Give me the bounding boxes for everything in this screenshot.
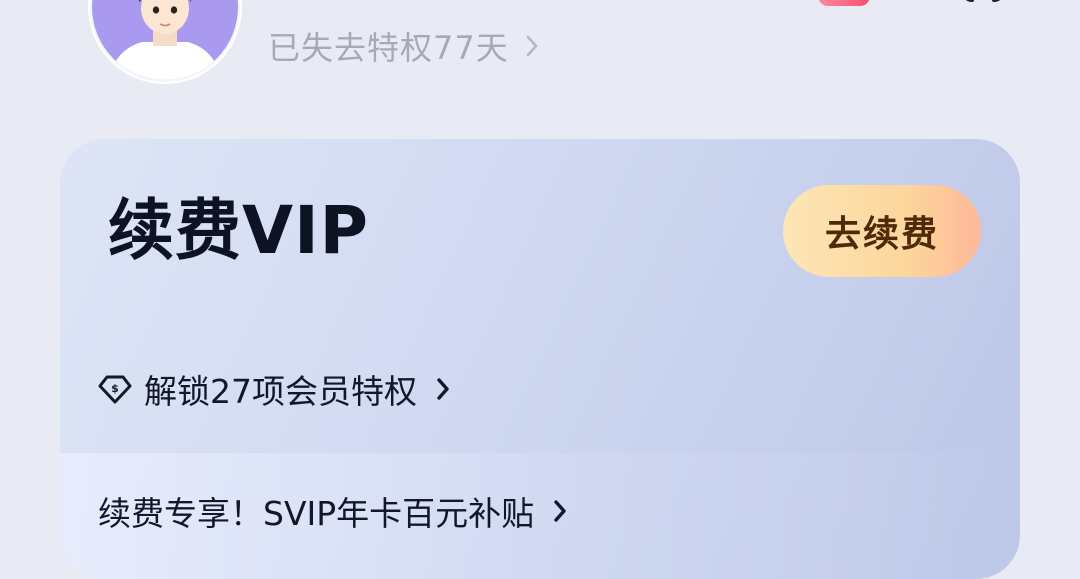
promo-strip[interactable]: 续费专享！SVIP年卡百元补贴 (60, 453, 1020, 579)
diamond-dollar-icon: $ (96, 370, 134, 408)
privileges-text: 解锁27项会员特权 (144, 372, 417, 411)
vip-renewal-card[interactable]: 续费VIP 去续费 $ 解锁27项会员特权 续费专享！SVIP年卡百元补贴 (60, 139, 1020, 579)
cropped-badge-icon[interactable] (818, 0, 870, 6)
chevron-right-icon (525, 34, 539, 58)
cropped-headset-icon[interactable] (960, 0, 1006, 6)
renew-button[interactable]: 去续费 (783, 185, 981, 277)
vip-card-title: 续费VIP (108, 192, 370, 269)
promo-link[interactable]: 续费专享！SVIP年卡百元补贴 (98, 483, 568, 539)
chevron-right-icon (552, 498, 568, 524)
vip-status-text: 已失去特权77天 (268, 29, 509, 67)
svg-text:$: $ (111, 382, 119, 395)
vip-status-link[interactable]: 已失去特权77天 (268, 24, 539, 68)
privileges-link[interactable]: $ 解锁27项会员特权 (96, 361, 451, 417)
avatar[interactable] (90, 0, 240, 82)
chevron-right-icon (435, 376, 451, 402)
promo-text: 续费专享！SVIP年卡百元补贴 (98, 494, 535, 533)
avatar-illustration (92, 0, 238, 80)
